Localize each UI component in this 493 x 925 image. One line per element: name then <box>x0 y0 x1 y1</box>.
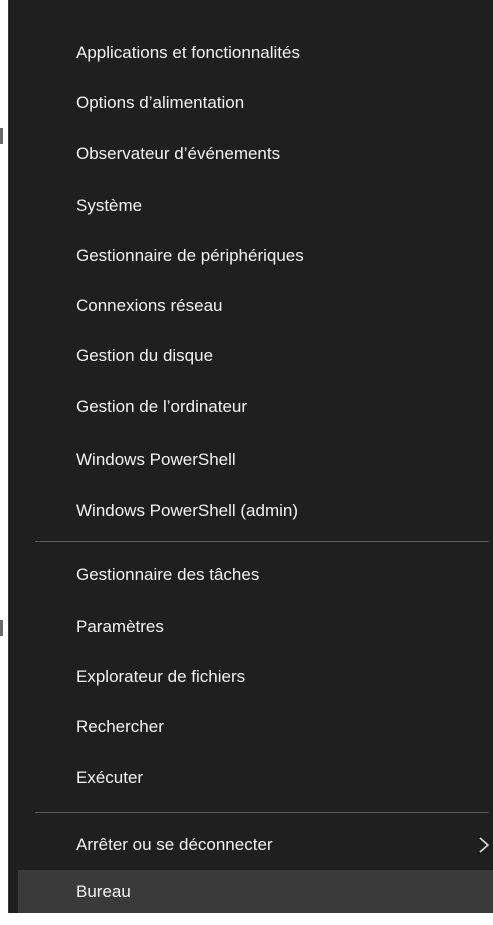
background-window-edge <box>0 128 3 144</box>
quick-link-menu: Applications et fonctionnalités Options … <box>8 0 493 913</box>
menu-separator <box>35 541 489 542</box>
menu-item-settings[interactable]: Paramètres <box>18 602 493 652</box>
menu-item-apps-features[interactable]: Applications et fonctionnalités <box>18 28 493 78</box>
menu-item-label: Système <box>76 196 143 215</box>
menu-item-shutdown-signout[interactable]: Arrêter ou se déconnecter <box>18 820 493 870</box>
menu-item-label: Paramètres <box>76 617 164 636</box>
chevron-right-icon <box>479 837 490 853</box>
menu-separator <box>35 812 489 813</box>
menu-item-system[interactable]: Système <box>18 181 493 231</box>
menu-item-powershell[interactable]: Windows PowerShell <box>18 435 493 485</box>
menu-item-device-manager[interactable]: Gestionnaire de périphériques <box>18 231 493 281</box>
background-window-edge <box>0 620 3 636</box>
menu-item-label: Windows PowerShell (admin) <box>76 501 299 520</box>
menu-item-run[interactable]: Exécuter <box>18 753 493 803</box>
menu-item-computer-management[interactable]: Gestion de l’ordinateur <box>18 382 493 432</box>
menu-item-power-options[interactable]: Options d’alimentation <box>18 78 493 128</box>
menu-item-label: Bureau <box>76 881 131 901</box>
menu-item-label: Options d’alimentation <box>76 93 245 112</box>
menu-item-label: Gestion du disque <box>76 346 214 365</box>
menu-item-label: Gestionnaire de périphériques <box>76 246 304 265</box>
menu-item-label: Gestionnaire des tâches <box>76 565 260 584</box>
menu-item-file-explorer[interactable]: Explorateur de fichiers <box>18 652 493 702</box>
menu-item-label: Explorateur de fichiers <box>76 667 246 686</box>
menu-item-search[interactable]: Rechercher <box>18 702 493 752</box>
menu-item-label: Windows PowerShell <box>76 450 236 469</box>
menu-item-label: Arrêter ou se déconnecter <box>76 835 273 854</box>
menu-item-label: Connexions réseau <box>76 296 223 315</box>
menu-item-desktop[interactable]: Bureau <box>18 870 493 913</box>
menu-item-disk-management[interactable]: Gestion du disque <box>18 331 493 381</box>
menu-item-label: Observateur d’événements <box>76 144 281 163</box>
menu-item-network-connections[interactable]: Connexions réseau <box>18 281 493 331</box>
menu-item-label: Gestion de l’ordinateur <box>76 397 248 416</box>
menu-item-event-viewer[interactable]: Observateur d’événements <box>18 129 493 179</box>
menu-item-label: Applications et fonctionnalités <box>76 43 300 62</box>
menu-item-label: Rechercher <box>76 717 164 736</box>
menu-item-powershell-admin[interactable]: Windows PowerShell (admin) <box>18 486 493 536</box>
menu-item-task-manager[interactable]: Gestionnaire des tâches <box>18 550 493 600</box>
menu-item-label: Exécuter <box>76 768 144 787</box>
